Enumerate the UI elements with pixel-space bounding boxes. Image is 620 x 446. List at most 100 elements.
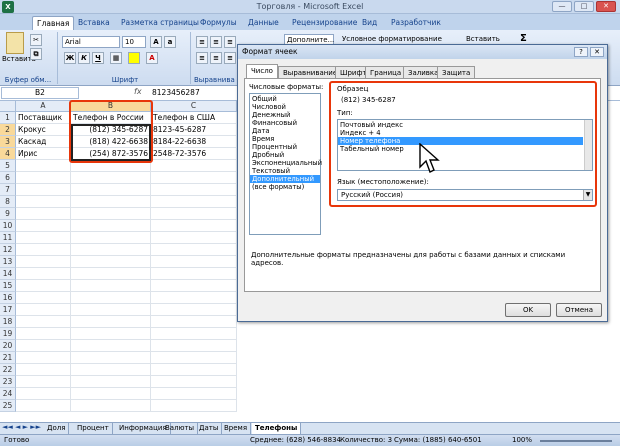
type-list[interactable]: Почтовый индекс Индекс + 4 Номер телефона Т…: [337, 119, 593, 171]
row-header[interactable]: 5: [0, 160, 16, 172]
table-cell[interactable]: [71, 244, 151, 256]
table-cell[interactable]: [151, 316, 237, 328]
font-name-select[interactable]: Arial: [62, 36, 120, 48]
align-center-icon[interactable]: ≡: [210, 52, 222, 64]
tab-formulas[interactable]: Формулы: [196, 16, 241, 30]
cut-icon[interactable]: ✂: [30, 34, 42, 46]
table-cell[interactable]: [151, 172, 237, 184]
format-list-item[interactable]: Общий: [250, 95, 320, 103]
table-cell[interactable]: [71, 328, 151, 340]
table-cell[interactable]: [151, 256, 237, 268]
table-cell[interactable]: [16, 304, 71, 316]
conditional-formatting-button[interactable]: Условное форматирование: [342, 35, 442, 43]
table-cell[interactable]: [71, 268, 151, 280]
table-cell[interactable]: 2548-72-3576: [151, 148, 237, 160]
table-cell[interactable]: [71, 400, 151, 412]
table-cell[interactable]: [16, 328, 71, 340]
sheet-tab[interactable]: Время: [221, 423, 252, 434]
row-header[interactable]: 24: [0, 388, 16, 400]
table-cell[interactable]: 8123-45-6287: [151, 124, 237, 136]
row-header[interactable]: 10: [0, 220, 16, 232]
copy-icon[interactable]: ⧉: [30, 48, 42, 60]
format-list-item[interactable]: Дата: [250, 127, 320, 135]
row-header[interactable]: 17: [0, 304, 16, 316]
row-header[interactable]: 23: [0, 376, 16, 388]
type-list-scrollbar[interactable]: [584, 120, 592, 170]
row-header[interactable]: 21: [0, 352, 16, 364]
table-cell[interactable]: [16, 400, 71, 412]
format-list-item[interactable]: Время: [250, 135, 320, 143]
table-cell[interactable]: [71, 364, 151, 376]
table-cell[interactable]: Каскад: [16, 136, 71, 148]
table-cell[interactable]: [151, 244, 237, 256]
maximize-button[interactable]: □: [574, 1, 594, 12]
table-cell[interactable]: [16, 244, 71, 256]
row-header[interactable]: 8: [0, 196, 16, 208]
row-header[interactable]: 20: [0, 340, 16, 352]
row-header[interactable]: 12: [0, 244, 16, 256]
table-cell[interactable]: [71, 220, 151, 232]
table-cell[interactable]: [151, 400, 237, 412]
row-header[interactable]: 19: [0, 328, 16, 340]
table-cell[interactable]: [16, 184, 71, 196]
table-cell[interactable]: [16, 256, 71, 268]
table-cell[interactable]: [71, 208, 151, 220]
tab-review[interactable]: Рецензирование: [288, 16, 361, 30]
borders-icon[interactable]: ▦: [110, 52, 122, 64]
type-list-item[interactable]: Индекс + 4: [338, 129, 583, 137]
row-header[interactable]: 6: [0, 172, 16, 184]
table-cell[interactable]: Крокус: [16, 124, 71, 136]
row-header[interactable]: 11: [0, 232, 16, 244]
sheet-tab[interactable]: Доля: [44, 423, 70, 434]
table-cell[interactable]: [71, 352, 151, 364]
format-list-item[interactable]: Денежный: [250, 111, 320, 119]
table-cell[interactable]: [16, 196, 71, 208]
row-header[interactable]: 16: [0, 292, 16, 304]
align-middle-icon[interactable]: ≡: [210, 36, 222, 48]
table-cell[interactable]: [151, 280, 237, 292]
table-cell[interactable]: [16, 316, 71, 328]
format-list-item[interactable]: (все форматы): [250, 183, 320, 191]
font-color-icon[interactable]: A: [146, 52, 158, 64]
table-cell[interactable]: [16, 352, 71, 364]
row-header[interactable]: 15: [0, 280, 16, 292]
table-cell[interactable]: [151, 220, 237, 232]
table-cell[interactable]: [151, 304, 237, 316]
format-list-item[interactable]: Финансовый: [250, 119, 320, 127]
row-header[interactable]: 7: [0, 184, 16, 196]
table-cell[interactable]: [16, 388, 71, 400]
row-header[interactable]: 9: [0, 208, 16, 220]
table-cell[interactable]: [71, 388, 151, 400]
table-cell[interactable]: [71, 376, 151, 388]
format-list-item[interactable]: Экспоненциальный: [250, 159, 322, 167]
row-header[interactable]: 2: [0, 124, 16, 136]
table-cell[interactable]: [151, 388, 237, 400]
table-cell[interactable]: [16, 280, 71, 292]
table-cell[interactable]: [71, 172, 151, 184]
table-cell[interactable]: [151, 376, 237, 388]
number-formats-list[interactable]: Общий Числовой Денежный Финансовый Дата Время…: [249, 93, 322, 235]
dialog-tab-number[interactable]: Число: [246, 64, 278, 79]
tab-developer[interactable]: Разработчик: [387, 16, 445, 30]
table-cell[interactable]: [16, 208, 71, 220]
sheet-nav-icon[interactable]: ◄◄ ◄ ► ►►: [2, 423, 41, 431]
format-list-item[interactable]: Текстовый: [250, 167, 320, 175]
dialog-close-button[interactable]: ✕: [590, 47, 604, 57]
table-cell[interactable]: [151, 340, 237, 352]
zoom-level[interactable]: 100%: [512, 435, 532, 446]
dialog-help-button[interactable]: ?: [574, 47, 588, 57]
format-list-item[interactable]: Дробный: [250, 151, 320, 159]
table-cell[interactable]: [151, 268, 237, 280]
row-header[interactable]: 3: [0, 136, 16, 148]
table-cell[interactable]: [16, 220, 71, 232]
autosum-icon[interactable]: Σ: [520, 33, 527, 44]
table-cell[interactable]: [151, 364, 237, 376]
column-header-a[interactable]: A: [16, 101, 71, 112]
insert-cells-button[interactable]: Вставить: [466, 35, 500, 43]
underline-button[interactable]: Ч: [92, 52, 104, 64]
row-header[interactable]: 14: [0, 268, 16, 280]
table-cell[interactable]: [16, 376, 71, 388]
align-bottom-icon[interactable]: ≡: [224, 36, 236, 48]
table-cell[interactable]: [16, 292, 71, 304]
table-cell[interactable]: [151, 292, 237, 304]
